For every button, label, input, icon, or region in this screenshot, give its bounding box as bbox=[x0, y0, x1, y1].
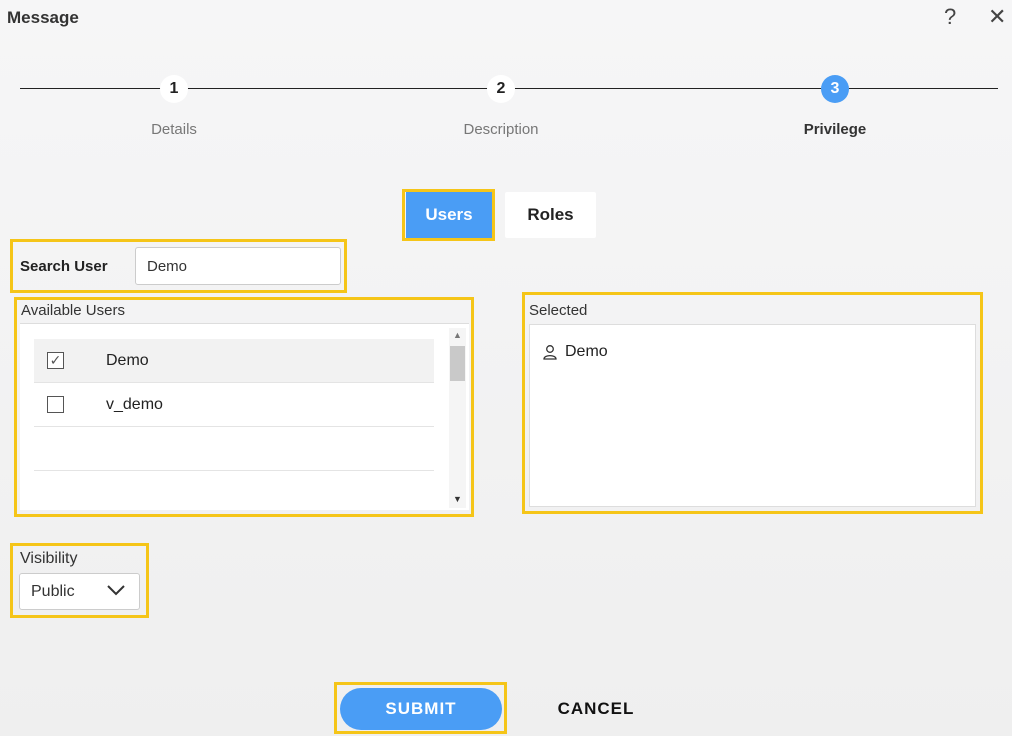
scroll-up-icon[interactable]: ▲ bbox=[453, 330, 462, 340]
step-1-label: Details bbox=[151, 121, 197, 138]
cancel-button[interactable]: CANCEL bbox=[548, 688, 644, 730]
person-icon bbox=[543, 345, 557, 360]
list-item-v-demo[interactable]: v_demo bbox=[34, 383, 434, 427]
checkbox-checked[interactable]: ✓ bbox=[47, 352, 64, 369]
step-1-circle: 1 bbox=[160, 75, 188, 103]
selected-item[interactable]: Demo bbox=[542, 343, 608, 361]
tab-roles[interactable]: Roles bbox=[505, 192, 596, 238]
step-3-circle: 3 bbox=[821, 75, 849, 103]
step-3-label: Privilege bbox=[803, 121, 867, 138]
dialog-title: Message bbox=[7, 8, 79, 27]
list-item-empty bbox=[34, 427, 434, 471]
submit-button[interactable]: SUBMIT bbox=[340, 688, 502, 730]
selected-label: Selected bbox=[529, 302, 588, 319]
available-users-label: Available Users bbox=[21, 302, 125, 319]
visibility-select[interactable]: Public bbox=[19, 573, 140, 610]
user-name: Demo bbox=[106, 351, 149, 369]
close-icon[interactable]: ✕ bbox=[988, 4, 1006, 30]
selected-user-name: Demo bbox=[565, 343, 608, 360]
step-2-label: Description bbox=[463, 121, 539, 138]
search-user-input[interactable] bbox=[135, 247, 341, 285]
list-item-demo[interactable]: ✓ Demo bbox=[34, 339, 434, 383]
visibility-label: Visibility bbox=[20, 550, 78, 567]
scrollbar-thumb[interactable] bbox=[450, 346, 465, 381]
tab-users[interactable]: Users bbox=[406, 192, 492, 238]
available-users-list: ✓ Demo v_demo bbox=[20, 323, 469, 510]
help-icon[interactable]: ? bbox=[944, 4, 956, 30]
scroll-down-icon[interactable]: ▼ bbox=[453, 494, 462, 504]
search-user-label: Search User bbox=[20, 258, 108, 275]
step-2-circle: 2 bbox=[487, 75, 515, 103]
visibility-value: Public bbox=[31, 582, 75, 600]
chevron-down-icon bbox=[107, 585, 125, 596]
checkbox-unchecked[interactable] bbox=[47, 396, 64, 413]
user-name: v_demo bbox=[106, 395, 163, 413]
